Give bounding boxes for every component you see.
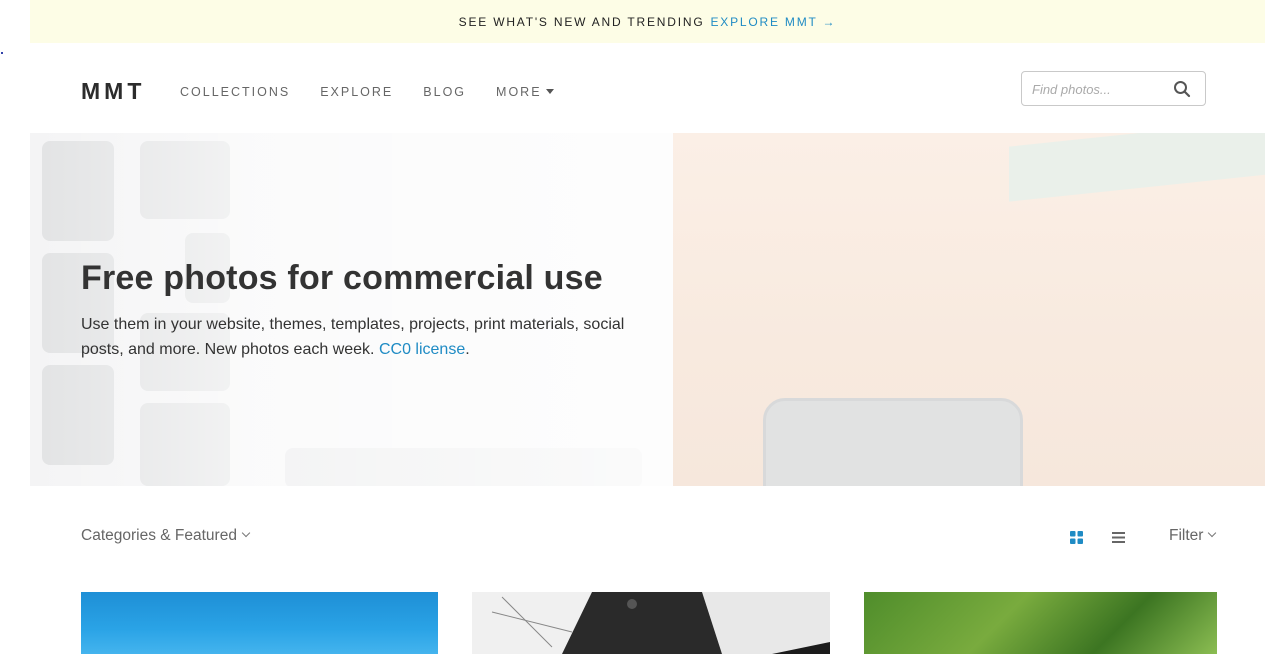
hero-title: Free photos for commercial use bbox=[81, 259, 603, 297]
photo-thumbnail[interactable] bbox=[81, 592, 438, 654]
hero-banner: Free photos for commercial use Use them … bbox=[30, 133, 1265, 486]
filter-dropdown[interactable]: Filter bbox=[1169, 527, 1217, 545]
grid-view-icon[interactable] bbox=[1070, 531, 1083, 544]
hero-subtitle-text: Use them in your website, themes, templa… bbox=[81, 316, 625, 358]
stray-dot bbox=[1, 52, 3, 54]
nav-explore[interactable]: EXPLORE bbox=[320, 85, 393, 99]
gallery-toolbar: Categories & Featured Filter bbox=[30, 486, 1265, 586]
caret-down-icon bbox=[545, 89, 554, 94]
hero-subtitle-period: . bbox=[465, 341, 470, 358]
hero-overlay bbox=[30, 133, 673, 486]
search-box bbox=[1021, 71, 1206, 106]
categories-label: Categories & Featured bbox=[81, 527, 237, 544]
categories-dropdown[interactable]: Categories & Featured bbox=[81, 527, 251, 545]
search-input[interactable] bbox=[1032, 80, 1167, 98]
logo[interactable]: MMT bbox=[81, 79, 145, 103]
chevron-down-icon bbox=[1208, 528, 1217, 538]
cc0-license-link[interactable]: CC0 license bbox=[379, 341, 465, 358]
nav-more-label: MORE bbox=[496, 85, 542, 99]
explore-link[interactable]: EXPLORE MMT → bbox=[710, 15, 836, 29]
announcement-text: SEE WHAT'S NEW AND TRENDING bbox=[458, 14, 705, 29]
photo-thumbnail[interactable] bbox=[472, 592, 830, 654]
list-view-icon[interactable] bbox=[1112, 532, 1125, 543]
nav-collections[interactable]: COLLECTIONS bbox=[180, 85, 290, 99]
hero-subtitle: Use them in your website, themes, templa… bbox=[81, 312, 661, 362]
top-navbar: MMT COLLECTIONS EXPLORE BLOG MORE bbox=[30, 43, 1265, 133]
filter-label: Filter bbox=[1169, 527, 1204, 544]
photo-sketch-phone bbox=[472, 592, 830, 654]
hero-background-phone bbox=[763, 398, 1023, 486]
photo-thumbnail[interactable] bbox=[864, 592, 1217, 654]
search-icon[interactable] bbox=[1173, 80, 1191, 98]
nav-more[interactable]: MORE bbox=[496, 85, 554, 99]
chevron-down-icon bbox=[241, 528, 251, 538]
nav-blog[interactable]: BLOG bbox=[423, 85, 466, 99]
main-menu: COLLECTIONS EXPLORE BLOG MORE bbox=[180, 85, 584, 99]
announcement-bar: SEE WHAT'S NEW AND TRENDING EXPLORE MMT … bbox=[30, 0, 1265, 43]
